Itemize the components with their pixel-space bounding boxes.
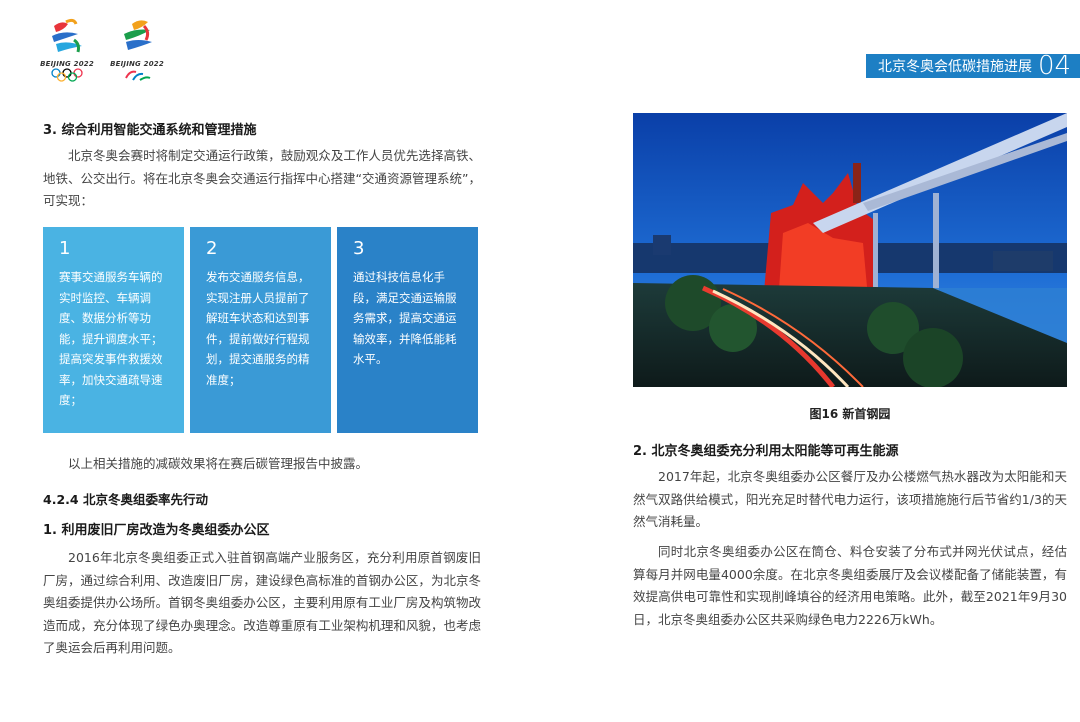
beijing-2022-paralympic-logo: BEIJING 2022 (108, 18, 166, 82)
olympic-emblem-icon (52, 18, 82, 53)
chapter-header: 北京冬奥会低碳措施进展 04 (866, 51, 1080, 81)
feature-box-text: 赛事交通服务车辆的实时监控、车辆调度、数据分析等功能，提升调度水平；提高突发事件… (59, 270, 163, 407)
paralympic-agitos-icon (125, 70, 151, 81)
item2-paragraph-1: 2017年起，北京冬奥组委办公区餐厅及办公楼燃气热水器改为太阳能和天然气双路供给… (633, 469, 1067, 529)
item1-heading: 1. 利用废旧厂房改造为冬奥组委办公区 (43, 523, 270, 538)
shougang-park-photo (633, 113, 1067, 387)
feature-boxes: 1 赛事交通服务车辆的实时监控、车辆调度、数据分析等功能，提升调度水平；提高突发… (43, 227, 478, 433)
item2-paragraph-2: 同时北京冬奥组委办公区在筒仓、料仓安装了分布式并网光伏试点，经估算每月并网电量4… (633, 544, 1067, 627)
subsection-heading: 4.2.4 北京冬奥组委率先行动 (43, 492, 208, 507)
feature-box-2: 2 发布交通服务信息，实现注册人员提前了解班车状态和达到事件，提前做好行程规划，… (190, 227, 331, 433)
feature-box-number: 2 (206, 238, 218, 259)
logo-label: BEIJING 2022 (40, 60, 94, 68)
section3-paragraph: 北京冬奥会赛时将制定交通运行政策，鼓励观众及工作人员优先选择高铁、地铁、公交出行… (43, 148, 481, 208)
feature-box-text: 发布交通服务信息，实现注册人员提前了解班车状态和达到事件，提前做好行程规划，提交… (206, 270, 310, 387)
item1-paragraph: 2016年北京冬奥组委正式入驻首钢高端产业服务区，充分利用原首钢废旧厂房，通过综… (43, 550, 481, 655)
olympic-rings-icon (51, 68, 83, 82)
beijing-2022-olympic-logo: BEIJING 2022 (38, 18, 96, 82)
logo-group: BEIJING 2022 BEIJING 2022 (38, 18, 166, 82)
feature-box-number: 1 (59, 238, 71, 259)
paralympic-emblem-icon (124, 20, 152, 50)
feature-box-text: 通过科技信息化手段，满足交通运输服务需求，提高交通运输效率，并降低能耗水平。 (353, 270, 457, 366)
feature-box-1: 1 赛事交通服务车辆的实时监控、车辆调度、数据分析等功能，提升调度水平；提高突发… (43, 227, 184, 433)
section3-heading: 3. 综合利用智能交通系统和管理措施 (43, 123, 257, 138)
chapter-number: 04 (1038, 51, 1072, 81)
carbon-disclosure-note: 以上相关措施的减碳效果将在赛后碳管理报告中披露。 (68, 456, 369, 471)
chapter-title: 北京冬奥会低碳措施进展 (878, 59, 1032, 75)
feature-box-number: 3 (353, 238, 365, 259)
logo-label: BEIJING 2022 (110, 60, 164, 68)
item2-heading: 2. 北京冬奥组委充分利用太阳能等可再生能源 (633, 444, 899, 459)
feature-box-3: 3 通过科技信息化手段，满足交通运输服务需求，提高交通运输效率，并降低能耗水平。 (337, 227, 478, 433)
figure-caption: 图16 新首钢园 (809, 407, 891, 421)
